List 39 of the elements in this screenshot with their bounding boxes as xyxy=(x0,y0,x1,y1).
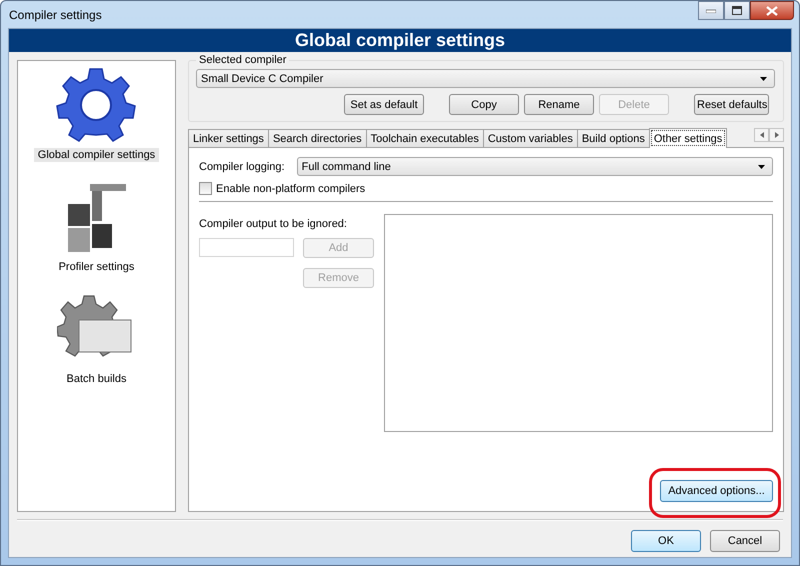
sidebar-item[interactable]: Global compiler settings xyxy=(34,148,160,162)
ignored-output-label: Compiler output to be ignored: xyxy=(199,218,348,230)
checkbox[interactable] xyxy=(199,182,212,195)
maximize-button[interactable] xyxy=(724,1,750,20)
tab-scroll-left-button[interactable] xyxy=(754,128,769,142)
sidebar-item[interactable]: Batch builds xyxy=(62,372,130,386)
group-label: Selected compiler xyxy=(198,54,288,66)
left-arrow-icon xyxy=(760,132,764,138)
dialog-button[interactable]: Cancel xyxy=(710,530,780,552)
minimize-button[interactable] xyxy=(698,1,724,20)
close-button[interactable] xyxy=(750,1,794,20)
dialog-banner: Global compiler settings xyxy=(9,29,791,52)
caret-icon xyxy=(760,76,767,80)
compiler-action-button[interactable]: Rename xyxy=(524,94,594,115)
tab-scroll-right-button[interactable] xyxy=(769,128,784,142)
input-field[interactable] xyxy=(199,238,294,257)
compiler-action-button[interactable]: Reset defaults xyxy=(694,94,769,115)
sidebar-item[interactable]: Profiler settings xyxy=(54,260,138,274)
gear-icon[interactable] xyxy=(56,66,136,144)
checkbox-label: Enable non-platform compilers xyxy=(216,182,366,194)
window-title: Compiler settings xyxy=(9,8,102,22)
logging-label: Compiler logging: xyxy=(199,160,285,172)
minimize-icon xyxy=(706,8,716,12)
maximize-icon xyxy=(732,6,742,15)
settings-tab[interactable]: Other settings xyxy=(648,128,728,148)
settings-tab[interactable]: Linker settings xyxy=(188,129,269,147)
settings-tab[interactable]: Build options xyxy=(576,129,650,147)
caret-icon xyxy=(758,164,765,168)
settings-tab[interactable]: Search directories xyxy=(268,129,367,147)
settings-tab[interactable]: Custom variables xyxy=(482,129,578,147)
compiler-action-button[interactable]: Copy xyxy=(449,94,519,115)
close-icon xyxy=(766,6,778,16)
compiler-action-button[interactable]: Set as default xyxy=(344,94,424,115)
compiler-dropdown[interactable]: Small Device C Compiler xyxy=(196,69,775,88)
right-arrow-icon xyxy=(774,132,778,138)
logging-dropdown[interactable]: Full command line xyxy=(296,157,773,176)
dialog-button[interactable]: OK xyxy=(631,530,701,552)
settings-tab[interactable]: Toolchain executables xyxy=(366,129,484,147)
advanced-options-button[interactable]: Advanced options... xyxy=(660,480,773,502)
